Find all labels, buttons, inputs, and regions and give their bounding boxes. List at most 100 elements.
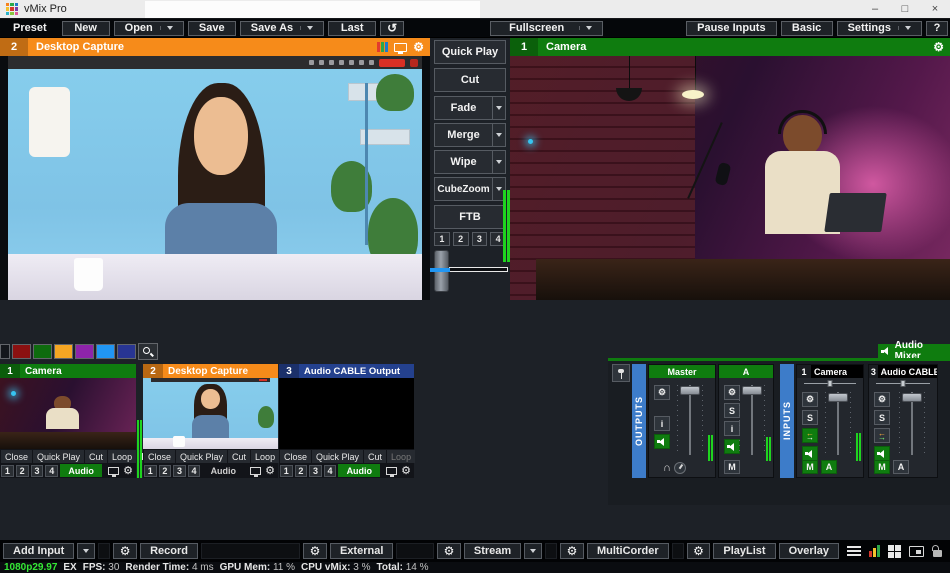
category-swatch-green[interactable] [33, 344, 52, 359]
open-button[interactable]: Open [114, 21, 184, 36]
overlay-2-button[interactable]: 2 [16, 465, 29, 477]
gear-icon[interactable]: ⚙ [802, 392, 818, 407]
pan-handle[interactable] [828, 380, 833, 387]
monitor-knob[interactable] [674, 462, 686, 474]
cut-button[interactable]: Cut [364, 450, 386, 463]
fader-handle[interactable] [742, 386, 762, 395]
overlay-4-button[interactable]: 4 [188, 465, 201, 477]
program-header[interactable]: 1 Camera ⚙ [510, 38, 950, 56]
input-1-header[interactable]: 1 Camera [0, 364, 136, 378]
cubezoom-button[interactable]: CubeZoom [434, 177, 506, 201]
stream-button[interactable]: Stream [464, 543, 521, 559]
mute-button[interactable]: M [874, 460, 890, 474]
multicorder-button[interactable]: MultiCorder [587, 543, 669, 559]
input-3-thumbnail[interactable] [279, 378, 414, 449]
overlay-2-button[interactable]: 2 [295, 465, 308, 477]
preview-video[interactable] [0, 56, 430, 300]
new-button[interactable]: New [62, 21, 110, 36]
bus-a-button[interactable]: A [893, 460, 909, 474]
input-2-thumbnail[interactable] [143, 378, 278, 449]
overlay-1-button[interactable]: 1 [144, 465, 157, 477]
color-bars-icon[interactable] [377, 42, 388, 52]
pause-inputs-button[interactable]: Pause Inputs [686, 21, 776, 36]
gear-icon[interactable]: ⚙ [123, 464, 133, 477]
tbar-track[interactable] [449, 267, 508, 272]
gear-icon[interactable]: ⚙ [265, 464, 275, 477]
category-swatch-orange[interactable] [54, 344, 73, 359]
input-3-header[interactable]: 3 Audio CABLE Output [279, 364, 414, 378]
save-as-button[interactable]: Save As [240, 21, 324, 36]
solo-button[interactable]: S [874, 410, 890, 425]
quick-play-button[interactable]: Quick Play [176, 450, 227, 463]
maximize-button[interactable]: □ [890, 0, 920, 18]
program-video[interactable] [510, 56, 950, 300]
category-swatch-gray[interactable] [0, 344, 10, 359]
channel-header[interactable]: Master [649, 365, 715, 378]
fullscreen-button[interactable]: Fullscreen [490, 21, 603, 36]
transition-position-2[interactable]: 2 [453, 232, 469, 246]
channel-header[interactable]: 3 Audio CABLE Output [869, 365, 937, 378]
cut-button[interactable]: Cut [434, 68, 506, 92]
input-2-header[interactable]: 2 Desktop Capture [143, 364, 278, 378]
category-swatch-purple[interactable] [75, 344, 94, 359]
category-swatch-blue[interactable] [96, 344, 115, 359]
transition-position-1[interactable]: 1 [434, 232, 450, 246]
mute-button[interactable]: M [724, 460, 740, 474]
monitor-icon[interactable] [394, 43, 407, 52]
bus-a-button[interactable]: A [821, 460, 837, 474]
channel-header[interactable]: A [719, 365, 773, 378]
audio-button[interactable]: Audio [338, 464, 380, 477]
performance-meter-icon[interactable] [869, 545, 880, 557]
monitor-icon[interactable] [250, 467, 261, 475]
fader-handle[interactable] [902, 393, 922, 402]
cut-button[interactable]: Cut [228, 450, 250, 463]
playlist-button[interactable]: PlayList [713, 543, 775, 559]
pin-button[interactable] [612, 364, 630, 382]
quick-play-button[interactable]: Quick Play [434, 40, 506, 64]
gear-icon[interactable]: ⚙ [401, 464, 411, 477]
overlay-4-button[interactable]: 4 [324, 465, 337, 477]
category-swatch-navy[interactable] [117, 344, 136, 359]
pan-handle[interactable] [901, 380, 906, 387]
overlay-4-button[interactable]: 4 [45, 465, 58, 477]
route-arrows-icon[interactable]: ←→ [802, 428, 818, 443]
overlay-1-button[interactable]: 1 [280, 465, 293, 477]
solo-button[interactable]: S [724, 403, 740, 418]
external-config-button[interactable]: ⚙ [437, 543, 461, 559]
gear-icon[interactable]: ⚙ [413, 41, 424, 53]
external-button[interactable]: External [330, 543, 393, 559]
info-button[interactable]: i [654, 416, 670, 431]
quick-play-button[interactable]: Quick Play [33, 450, 84, 463]
gear-icon[interactable]: ⚙ [724, 385, 740, 400]
overlay-button[interactable]: Overlay [779, 543, 839, 559]
record-config-button[interactable]: ⚙ [303, 543, 327, 559]
help-button[interactable]: ? [926, 21, 948, 36]
fader-handle[interactable] [828, 393, 848, 402]
menu-icon[interactable] [847, 546, 861, 556]
merge-button[interactable]: Merge [434, 123, 506, 147]
gear-icon[interactable]: ⚙ [874, 392, 890, 407]
reload-preset-icon[interactable]: ↺ [380, 21, 404, 36]
gear-icon[interactable]: ⚙ [654, 385, 670, 400]
display-icon[interactable] [909, 546, 924, 557]
settings-button[interactable]: Settings [837, 21, 922, 36]
fade-button[interactable]: Fade [434, 96, 506, 120]
speaker-button[interactable] [802, 446, 818, 461]
add-input-caret[interactable] [77, 543, 95, 559]
loop-button[interactable]: Loop [251, 450, 279, 463]
multicorder-config-button[interactable]: ⚙ [687, 543, 711, 559]
close-button[interactable]: × [920, 0, 950, 18]
wipe-button[interactable]: Wipe [434, 150, 506, 174]
last-preset-button[interactable]: Last [328, 21, 376, 36]
record-settings-button[interactable]: ⚙ [113, 543, 137, 559]
loop-button[interactable]: Loop [108, 450, 136, 463]
ftb-button[interactable]: FTB [434, 205, 506, 229]
info-button[interactable]: i [724, 421, 740, 436]
overlay-2-button[interactable]: 2 [159, 465, 172, 477]
headphones-icon[interactable]: ∩ [663, 462, 671, 474]
channel-header[interactable]: 1 Camera [797, 365, 863, 378]
quick-play-button[interactable]: Quick Play [312, 450, 363, 463]
stream-caret[interactable] [524, 543, 542, 559]
overlay-1-button[interactable]: 1 [1, 465, 14, 477]
minimize-button[interactable]: – [860, 0, 890, 18]
